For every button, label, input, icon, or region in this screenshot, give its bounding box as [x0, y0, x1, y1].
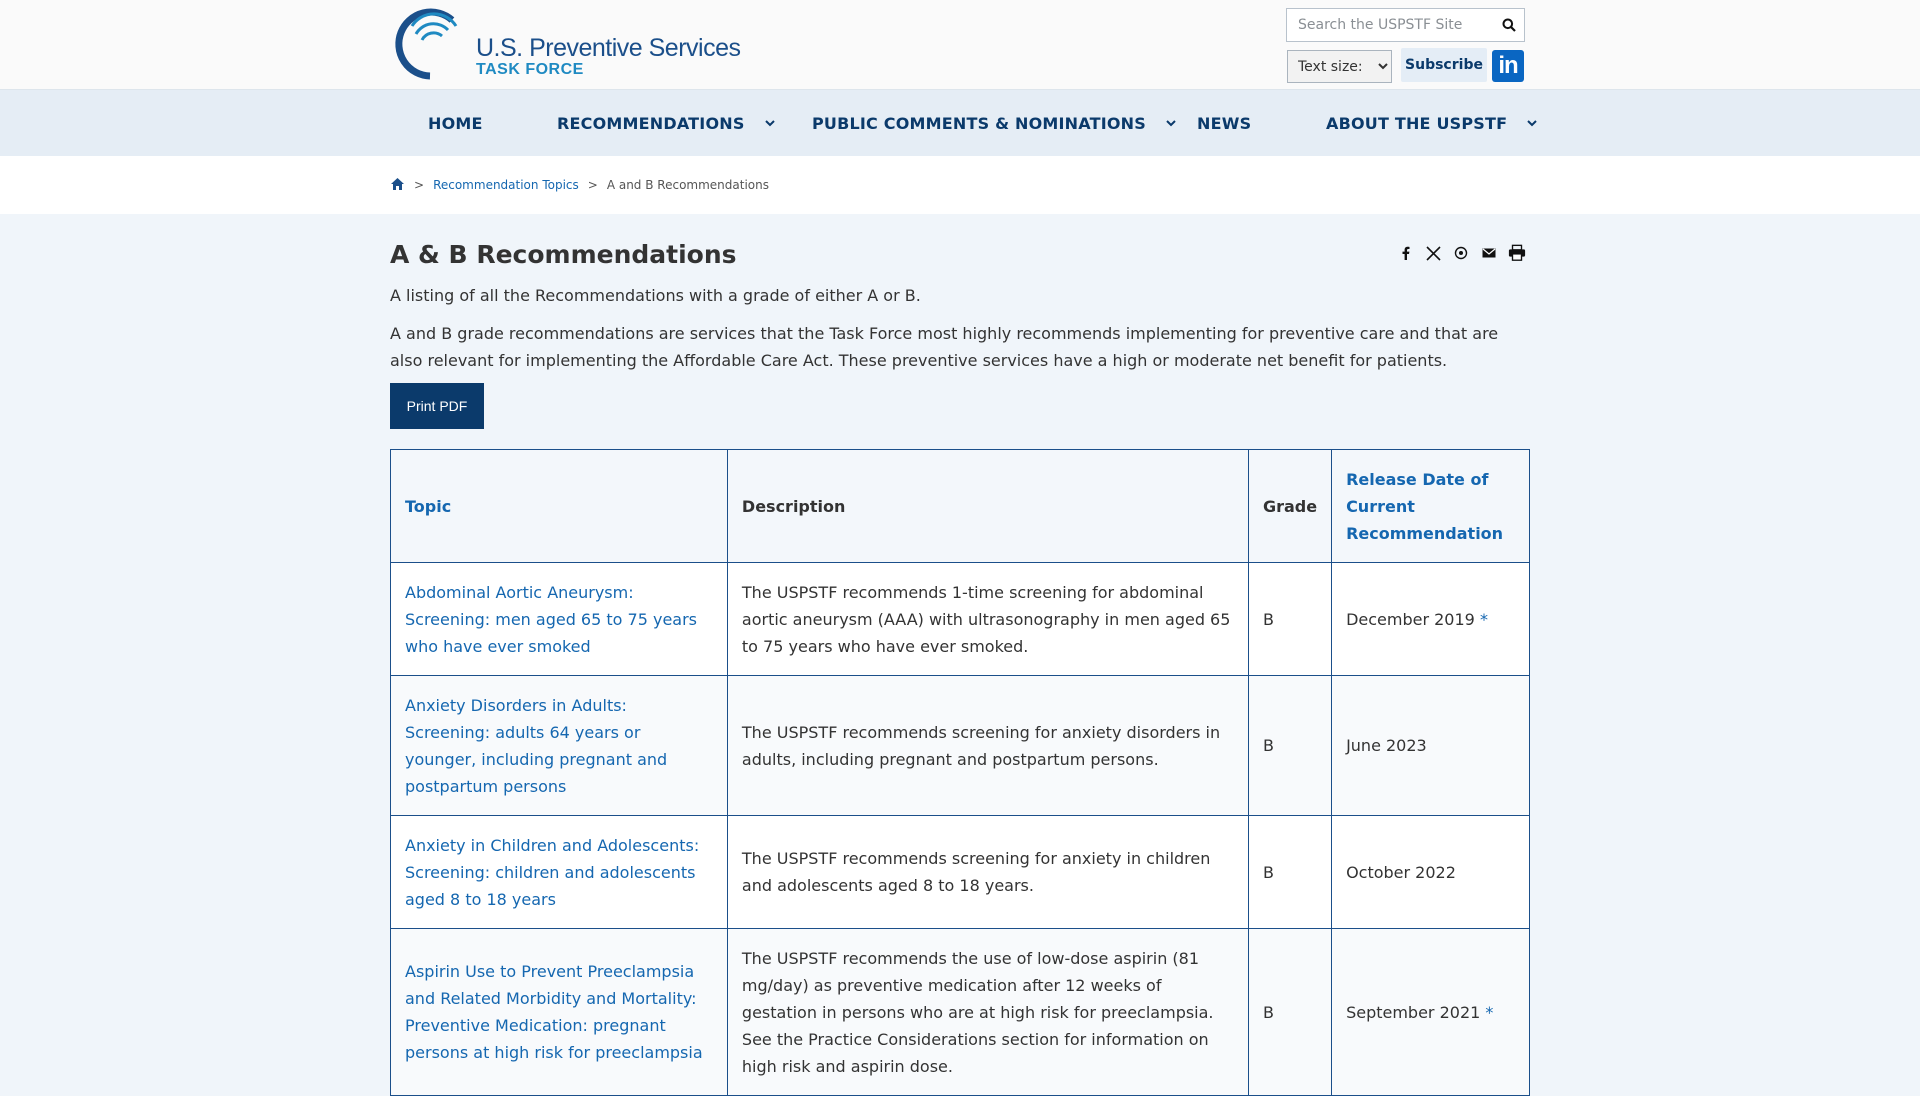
- column-header-release-date[interactable]: Release Date of Current Recommendation: [1331, 449, 1530, 563]
- email-icon[interactable]: [1480, 244, 1498, 262]
- breadcrumb-bar: > Recommendation Topics > A and B Recomm…: [0, 156, 1920, 214]
- print-icon[interactable]: [1508, 244, 1526, 262]
- release-date: December 2019: [1346, 609, 1475, 629]
- chevron-down-icon[interactable]: [1166, 117, 1176, 130]
- grade-cell: B: [1247, 815, 1333, 929]
- topic-link[interactable]: Abdominal Aortic Aneurysm: Screening: me…: [405, 583, 697, 656]
- nav-news-label: NEWS: [1197, 113, 1252, 133]
- print-pdf-button[interactable]: Print PDF: [390, 383, 484, 429]
- search-icon[interactable]: [1494, 9, 1524, 41]
- intro-text: A listing of all the Recommendations wit…: [390, 286, 921, 305]
- chevron-down-icon[interactable]: [764, 117, 775, 130]
- breadcrumb-current: A and B Recommendations: [606, 178, 769, 192]
- whatsapp-icon[interactable]: [1452, 244, 1470, 262]
- release-date: June 2023: [1346, 736, 1427, 755]
- logo-title: U.S. Preventive Services: [476, 34, 741, 62]
- release-date: October 2022: [1346, 862, 1456, 882]
- table-row: Abdominal Aortic Aneurysm: Screening: me…: [390, 562, 1530, 676]
- asterisk-link[interactable]: *: [1485, 1003, 1493, 1022]
- description-cell: The USPSTF recommends the use of low-dos…: [726, 928, 1249, 1096]
- table-row: Anxiety Disorders in Adults: Screening: …: [390, 675, 1530, 816]
- grade-cell: B: [1247, 675, 1333, 816]
- nav-public-comments[interactable]: PUBLIC COMMENTS & NOMINATIONS: [812, 90, 1176, 156]
- facebook-icon[interactable]: [1396, 244, 1414, 262]
- nav-news[interactable]: NEWS: [1197, 90, 1251, 156]
- text-size-select[interactable]: Text size:: [1287, 50, 1392, 83]
- description-cell: The USPSTF recommends screening for anxi…: [726, 675, 1249, 816]
- share-bar: [1396, 244, 1526, 262]
- topic-link[interactable]: Anxiety in Children and Adolescents: Scr…: [405, 836, 699, 909]
- breadcrumb-separator: >: [587, 178, 598, 192]
- nav-recommendations-label: RECOMMENDATIONS: [557, 113, 745, 133]
- chevron-down-icon[interactable]: [1527, 117, 1537, 130]
- search-input[interactable]: [1287, 9, 1494, 41]
- linkedin-icon[interactable]: in: [1492, 50, 1524, 82]
- column-header-description: Description: [726, 449, 1249, 563]
- topic-link[interactable]: Anxiety Disorders in Adults: Screening: …: [405, 696, 667, 796]
- topic-link[interactable]: Aspirin Use to Prevent Preeclampsia and …: [405, 962, 703, 1062]
- description-cell: The USPSTF recommends 1-time screening f…: [726, 562, 1249, 676]
- nav-home[interactable]: HOME: [428, 90, 483, 156]
- grade-cell: B: [1247, 928, 1333, 1096]
- breadcrumb-separator: >: [414, 178, 425, 192]
- recommendations-table: Topic Description Grade Release Date of …: [390, 449, 1530, 1096]
- table-row: Anxiety in Children and Adolescents: Scr…: [390, 815, 1530, 929]
- table-header-row: Topic Description Grade Release Date of …: [390, 449, 1530, 563]
- x-icon[interactable]: [1424, 244, 1442, 262]
- grade-cell: B: [1247, 562, 1333, 676]
- table-row: Aspirin Use to Prevent Preeclampsia and …: [390, 928, 1530, 1096]
- logo-subtitle: TASK FORCE: [476, 61, 584, 78]
- nav-about[interactable]: ABOUT THE USPSTF: [1326, 90, 1537, 156]
- nav-home-label: HOME: [428, 113, 483, 133]
- asterisk-link[interactable]: *: [1480, 610, 1488, 629]
- subscribe-button[interactable]: Subscribe: [1401, 48, 1487, 82]
- intro-description: A and B grade recommendations are servic…: [390, 324, 1499, 370]
- breadcrumb-recommendation-topics[interactable]: Recommendation Topics: [433, 178, 579, 192]
- home-icon[interactable]: [390, 177, 405, 194]
- column-header-topic[interactable]: Topic: [390, 449, 728, 563]
- site-header: U.S. Preventive Services TASK FORCE Text…: [0, 0, 1920, 90]
- main-nav: HOME RECOMMENDATIONS PUBLIC COMMENTS & N…: [0, 90, 1920, 156]
- page-title: A & B Recommendations: [390, 240, 737, 269]
- search-box: [1286, 8, 1525, 42]
- breadcrumb: > Recommendation Topics > A and B Recomm…: [390, 156, 769, 214]
- logo-arc-icon: [390, 6, 472, 82]
- uspstf-logo[interactable]: U.S. Preventive Services TASK FORCE: [390, 6, 741, 82]
- nav-public-comments-label: PUBLIC COMMENTS & NOMINATIONS: [812, 113, 1146, 133]
- nav-about-label: ABOUT THE USPSTF: [1326, 113, 1508, 133]
- description-cell: The USPSTF recommends screening for anxi…: [726, 815, 1249, 929]
- column-header-grade: Grade: [1247, 449, 1333, 563]
- nav-recommendations[interactable]: RECOMMENDATIONS: [557, 90, 775, 156]
- release-date: September 2021: [1346, 1002, 1481, 1022]
